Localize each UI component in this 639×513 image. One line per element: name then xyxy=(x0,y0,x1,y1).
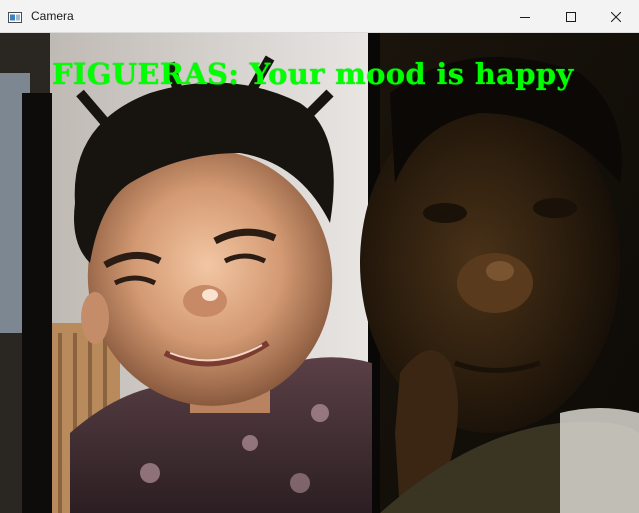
camera-app-icon xyxy=(8,10,22,23)
maximize-button[interactable] xyxy=(548,0,594,33)
maximize-icon xyxy=(566,11,576,22)
camera-window: Camera FIGUERAS: Your mood is happy xyxy=(0,0,639,513)
minimize-button[interactable] xyxy=(502,0,548,33)
title-bar[interactable]: Camera xyxy=(0,0,639,33)
window-title: Camera xyxy=(31,9,74,23)
camera-viewport: FIGUERAS: Your mood is happy xyxy=(0,33,639,513)
mood-overlay-text: FIGUERAS: Your mood is happy xyxy=(52,57,574,91)
close-button[interactable] xyxy=(593,0,639,33)
camera-feed-image xyxy=(0,33,639,513)
minimize-icon xyxy=(520,12,530,22)
close-icon xyxy=(611,11,621,22)
